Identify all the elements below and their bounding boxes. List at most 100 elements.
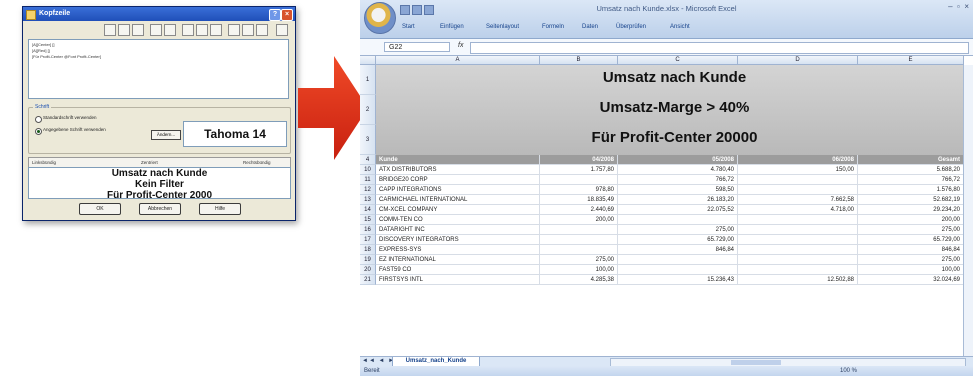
custom-font-radio[interactable]	[35, 128, 42, 135]
filter-icon[interactable]	[256, 24, 268, 36]
file-path-icon[interactable]	[182, 24, 194, 36]
table-cell[interactable]	[540, 225, 618, 235]
font-format-icon[interactable]	[104, 24, 116, 36]
tab-ueberpruefen[interactable]: Überprüfen	[616, 24, 646, 30]
select-all-corner[interactable]	[360, 56, 376, 65]
formula-input[interactable]	[470, 42, 969, 54]
table-cell[interactable]	[738, 175, 858, 185]
table-cell[interactable]	[738, 245, 858, 255]
change-font-button[interactable]: Ändern...	[151, 130, 181, 140]
table-cell[interactable]: FAST59 CO	[376, 265, 540, 275]
default-font-radio[interactable]	[35, 116, 42, 123]
table-cell[interactable]: 4.285,38	[540, 275, 618, 285]
table-cell[interactable]	[738, 235, 858, 245]
scroll-thumb[interactable]	[731, 360, 781, 365]
fx-icon[interactable]: fx	[458, 42, 463, 49]
table-cell[interactable]: 275,00	[858, 225, 964, 235]
zoom-level[interactable]: 100 %	[840, 366, 857, 376]
row-header[interactable]: 17	[360, 235, 376, 245]
table-cell[interactable]	[540, 175, 618, 185]
table-cell[interactable]: 100,00	[540, 265, 618, 275]
table-cell[interactable]: 598,50	[618, 185, 738, 195]
page-number-icon[interactable]	[118, 24, 130, 36]
tab-right-align[interactable]: Rechtsbündig	[243, 158, 271, 167]
header-text-input[interactable]: [A][Center] [] [A][Red] [] [Für Profit-C…	[28, 39, 289, 99]
table-cell[interactable]: 29.234,20	[858, 205, 964, 215]
picture-icon[interactable]	[228, 24, 240, 36]
table-cell[interactable]: 4.780,40	[618, 165, 738, 175]
table-cell[interactable]: 275,00	[540, 255, 618, 265]
table-cell[interactable]: CARMICHAEL INTERNATIONAL	[376, 195, 540, 205]
column-title-cell[interactable]: Gesamt	[858, 155, 964, 165]
table-cell[interactable]: 978,80	[540, 185, 618, 195]
column-title-cell[interactable]: Kunde	[376, 155, 540, 165]
page-count-icon[interactable]	[132, 24, 144, 36]
row-header[interactable]: 16	[360, 225, 376, 235]
vertical-scrollbar[interactable]	[963, 65, 973, 356]
table-cell[interactable]: 150,00	[738, 165, 858, 175]
table-cell[interactable]	[738, 255, 858, 265]
column-header[interactable]: A	[376, 56, 540, 65]
row-header[interactable]: 15	[360, 215, 376, 225]
table-cell[interactable]: 52.682,19	[858, 195, 964, 205]
column-title-cell[interactable]: 05/2008	[618, 155, 738, 165]
tab-seitenlayout[interactable]: Seitenlayout	[486, 24, 519, 30]
table-cell[interactable]	[618, 215, 738, 225]
table-cell[interactable]: 1.757,80	[540, 165, 618, 175]
file-name-icon[interactable]	[196, 24, 208, 36]
table-cell[interactable]: 22.075,52	[618, 205, 738, 215]
table-cell[interactable]: 275,00	[858, 255, 964, 265]
close-icon[interactable]: ×	[281, 9, 293, 21]
column-header[interactable]: E	[858, 56, 964, 65]
table-cell[interactable]: 4.718,00	[738, 205, 858, 215]
name-box[interactable]: G22	[384, 42, 450, 52]
table-cell[interactable]	[618, 265, 738, 275]
table-cell[interactable]: COMM-TEN CO	[376, 215, 540, 225]
row-header[interactable]: 21	[360, 275, 376, 285]
row-header[interactable]: 13	[360, 195, 376, 205]
row-header[interactable]: 12	[360, 185, 376, 195]
table-cell[interactable]: DATARIGHT INC	[376, 225, 540, 235]
help-icon[interactable]: ?	[269, 9, 281, 21]
table-cell[interactable]: 5.688,20	[858, 165, 964, 175]
row-header[interactable]: 14	[360, 205, 376, 215]
table-cell[interactable]: CM-XCEL COMPANY	[376, 205, 540, 215]
table-cell[interactable]: 2.440,69	[540, 205, 618, 215]
row-header[interactable]: 11	[360, 175, 376, 185]
row-header[interactable]: 4	[360, 155, 376, 165]
tab-left-align[interactable]: Linksbündig	[32, 158, 56, 167]
table-cell[interactable]: CAPP INTEGRATIONS	[376, 185, 540, 195]
time-icon[interactable]	[164, 24, 176, 36]
row-header[interactable]: 2	[360, 95, 376, 125]
column-title-cell[interactable]: 06/2008	[738, 155, 858, 165]
info-icon[interactable]	[276, 24, 288, 36]
table-cell[interactable]: FIRSTSYS INTL	[376, 275, 540, 285]
table-cell[interactable]: EZ INTERNATIONAL	[376, 255, 540, 265]
table-cell[interactable]: 1.576,80	[858, 185, 964, 195]
maximize-icon[interactable]: ▫	[957, 2, 960, 11]
table-cell[interactable]: 18.835,49	[540, 195, 618, 205]
table-cell[interactable]: 26.183,20	[618, 195, 738, 205]
table-cell[interactable]	[618, 255, 738, 265]
table-cell[interactable]	[738, 225, 858, 235]
tab-daten[interactable]: Daten	[582, 24, 598, 30]
worksheet-grid[interactable]: A B C D E 1 2 3 Umsatz nach Kunde Umsatz…	[360, 56, 973, 356]
column-header[interactable]: B	[540, 56, 618, 65]
table-cell[interactable]	[540, 235, 618, 245]
table-cell[interactable]: 200,00	[858, 215, 964, 225]
column-title-cell[interactable]: 04/2008	[540, 155, 618, 165]
tab-formeln[interactable]: Formeln	[542, 24, 564, 30]
table-cell[interactable]: 65.729,00	[618, 235, 738, 245]
date-icon[interactable]	[150, 24, 162, 36]
table-cell[interactable]: 846,84	[618, 245, 738, 255]
tab-center-align[interactable]: Zentriert	[141, 158, 158, 167]
table-cell[interactable]: 100,00	[858, 265, 964, 275]
table-cell[interactable]: BRIDGE20 CORP	[376, 175, 540, 185]
table-cell[interactable]	[738, 185, 858, 195]
table-cell[interactable]: 766,72	[858, 175, 964, 185]
tab-start[interactable]: Start	[402, 24, 415, 30]
row-header[interactable]: 20	[360, 265, 376, 275]
table-cell[interactable]: 7.662,58	[738, 195, 858, 205]
table-cell[interactable]: 846,84	[858, 245, 964, 255]
row-header[interactable]: 19	[360, 255, 376, 265]
